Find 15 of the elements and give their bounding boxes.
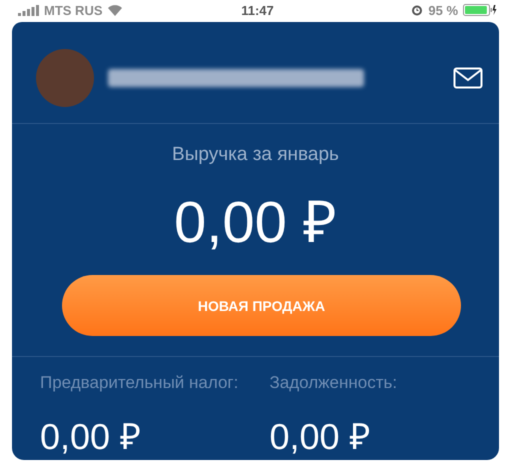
wifi-icon [106, 4, 122, 16]
alarm-clock-icon [411, 4, 424, 16]
envelope-icon[interactable] [453, 66, 483, 89]
stat-label: Предварительный налог: [40, 373, 240, 393]
battery-icon [463, 4, 498, 16]
revenue-label: Выручка за январь [172, 144, 339, 166]
signal-icon [18, 4, 40, 16]
stat-amount: 0,00 ₽ [270, 415, 372, 459]
battery-percent: 95 % [428, 2, 458, 18]
stat-label: Задолженность: [270, 373, 398, 393]
new-sale-button[interactable]: НОВАЯ ПРОДАЖА [62, 275, 461, 336]
revenue-amount: 0,00 ₽ [174, 189, 337, 257]
clock-time: 11:47 [240, 2, 275, 18]
stat-amount: 0,00 ₽ [40, 415, 142, 459]
carrier-name: MTS RUS [44, 2, 102, 18]
